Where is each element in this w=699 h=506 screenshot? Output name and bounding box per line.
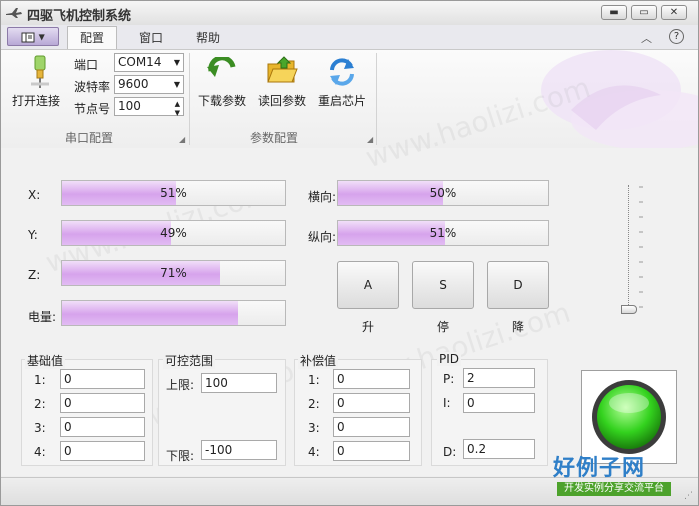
battery-label: 电量: [28,310,57,324]
lateral-label: 横向: [308,190,337,204]
x-progress-text: 51% [160,186,187,200]
tab-help[interactable]: 帮助 [196,29,220,46]
node-value: 100 [118,99,141,113]
comp-3-input[interactable]: 0 [333,417,410,437]
pid-i-input[interactable]: 0 [463,393,535,413]
throttle-slider-thumb[interactable] [621,305,637,314]
comp-4-input[interactable]: 0 [333,441,410,461]
longitudinal-progress-text: 51% [429,226,457,240]
brand-watermark-title: 好例子网 [553,456,646,481]
z-progress-text: 71% [160,266,187,280]
folder-open-icon [267,56,298,83]
app-window: 四驱飞机控制系统 ▬ ▭ ✕ ▼ 配置 窗口 帮助 ︿ ? 打开连接 端口 CO… [0,0,699,506]
base-values-title: 基础值 [25,352,66,369]
base-3-label: 3: [34,421,46,435]
chevron-down-icon: ▼ [38,32,45,42]
plug-connect-icon [31,55,49,88]
ribbon-collapse-icon[interactable]: ︿ [641,30,652,46]
param-group-caption: 参数配置 [250,131,299,145]
chevron-down-icon: ▼ [173,58,180,67]
group-divider [189,53,190,145]
pid-i-label: I: [443,396,451,410]
comp-2-input[interactable]: 0 [333,393,410,413]
stop-caption: 停 [436,320,449,334]
base-4-label: 4: [34,445,46,459]
battery-progress-bar [61,300,286,326]
download-arrow-icon [207,57,236,77]
longitudinal-progress-bar: 51% [337,220,549,246]
lateral-progress-bar: 50% [337,180,549,206]
z-label: Z: [28,268,41,282]
stepper-down-icon[interactable]: ▼ [175,105,180,122]
comp-1-label: 1: [308,373,320,387]
node-stepper[interactable]: 100 ▲ ▼ [114,97,184,117]
down-caption: 降 [511,320,524,334]
maximize-button[interactable]: ▭ [631,5,657,20]
base-4-input[interactable]: 0 [60,441,145,461]
slider-ticks [639,186,643,308]
download-params-button[interactable]: 下载参数 [198,92,246,109]
throttle-slider-track[interactable] [628,185,630,313]
comp-3-label: 3: [308,421,320,435]
port-select[interactable]: COM14 ▼ [114,53,184,72]
pid-p-label: P: [443,372,455,386]
z-progress-bar: 71% [61,260,286,286]
window-title: 四驱飞机控制系统 [27,9,132,24]
open-connection-button[interactable]: 打开连接 [12,92,60,109]
comp-2-label: 2: [308,397,320,411]
tab-window[interactable]: 窗口 [139,29,163,46]
battery-progress-text [62,301,285,325]
application-menu-button[interactable]: ▼ [7,27,59,46]
port-label: 端口 [74,58,99,72]
readback-params-button[interactable]: 读回参数 [258,92,306,109]
restart-icon [330,58,354,86]
compensation-title: 补偿值 [298,352,339,369]
close-button[interactable]: ✕ [661,5,687,20]
pid-d-input[interactable]: 0.2 [463,439,535,459]
help-icon[interactable]: ? [669,29,684,44]
down-d-button[interactable]: D [487,261,549,309]
serial-group-caption: 串口配置 [65,131,114,145]
y-progress-text: 49% [160,226,187,240]
stop-s-button[interactable]: S [412,261,474,309]
tab-config[interactable]: 配置 [80,29,104,46]
lower-limit-label: 下限: [166,449,195,463]
base-2-input[interactable]: 0 [60,393,145,413]
minimize-button[interactable]: ▬ [601,5,627,20]
upper-limit-input[interactable]: 100 [201,373,277,393]
longitudinal-label: 纵向: [308,230,337,244]
comp-1-input[interactable]: 0 [333,369,410,389]
up-caption: 升 [361,320,374,334]
chevron-down-icon: ▼ [173,80,180,89]
dialog-launcher-icon[interactable]: ◢ [179,135,185,144]
lower-limit-input[interactable]: -100 [201,440,277,460]
group-divider [376,53,377,145]
restart-chip-button[interactable]: 重启芯片 [318,92,366,109]
baud-value: 9600 [118,77,149,91]
up-a-button[interactable]: A [337,261,399,309]
base-1-label: 1: [34,373,46,387]
pid-p-input[interactable]: 2 [463,368,535,388]
pid-title: PID [437,352,462,366]
resize-grip-icon[interactable]: ⋰ [684,491,693,501]
baud-select[interactable]: 9600 ▼ [114,75,184,94]
document-icon [21,32,35,42]
base-2-label: 2: [34,397,46,411]
base-3-input[interactable]: 0 [60,417,145,437]
brand-watermark-subtitle: 开发实例分享交流平台 [557,482,671,496]
port-value: COM14 [118,55,162,69]
base-1-input[interactable]: 0 [60,369,145,389]
x-label: X: [28,188,41,202]
lateral-progress-text: 50% [429,186,457,200]
x-progress-bar: 51% [61,180,286,206]
comp-4-label: 4: [308,445,320,459]
range-title: 可控范围 [163,352,216,369]
pid-d-label: D: [443,445,457,459]
node-label: 节点号 [74,102,111,116]
baud-label: 波特率 [74,80,111,94]
y-progress-bar: 49% [61,220,286,246]
upper-limit-label: 上限: [166,378,195,392]
y-label: Y: [28,228,38,242]
airplane-icon [6,8,22,18]
